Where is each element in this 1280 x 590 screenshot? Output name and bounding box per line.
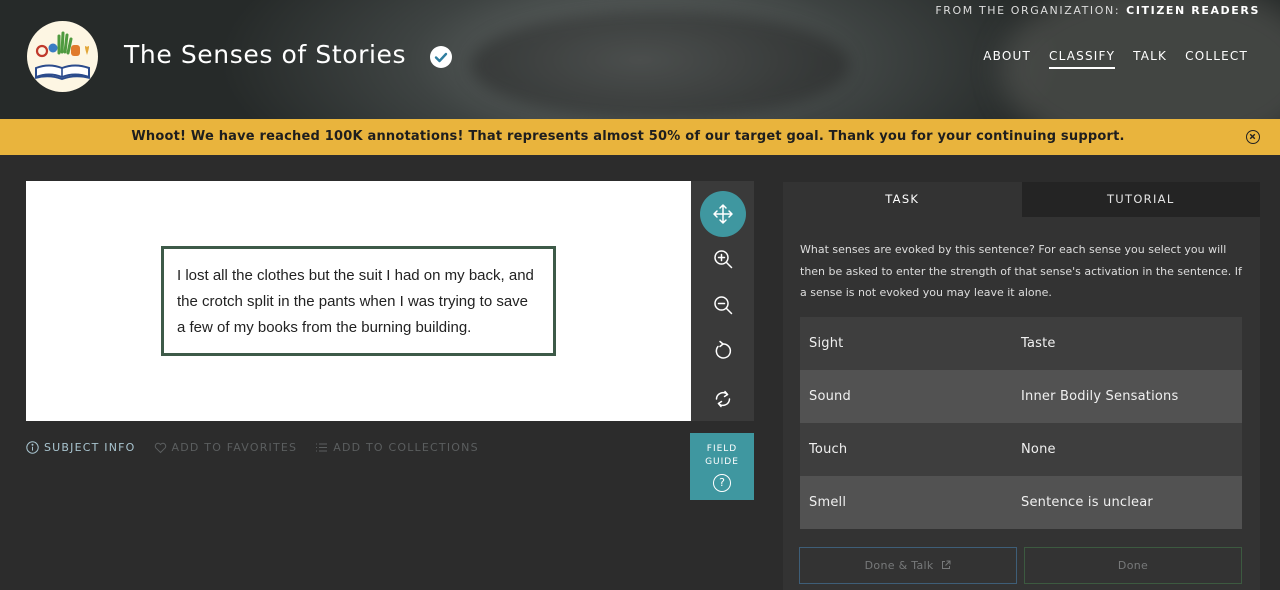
- add-to-favorites-button[interactable]: ADD TO FAVORITES: [154, 441, 298, 454]
- add-to-collections-button[interactable]: ADD TO COLLECTIONS: [315, 441, 479, 454]
- zoom-out-icon[interactable]: [700, 282, 746, 328]
- choice-taste[interactable]: Taste: [1021, 336, 1056, 351]
- choice-sentence-unclear[interactable]: Sentence is unclear: [1021, 495, 1153, 510]
- add-to-favorites-label: ADD TO FAVORITES: [171, 441, 298, 454]
- task-panel: What senses are evoked by this sentence?…: [783, 217, 1260, 590]
- choice-touch[interactable]: Touch: [800, 442, 1021, 457]
- project-logo[interactable]: [27, 21, 98, 92]
- reset-icon[interactable]: [700, 376, 746, 422]
- heart-icon: [154, 442, 166, 453]
- choice-smell[interactable]: Smell: [800, 495, 1021, 510]
- subject-text-box: I lost all the clothes but the suit I ha…: [161, 246, 556, 356]
- subject-viewer[interactable]: I lost all the clothes but the suit I ha…: [26, 181, 691, 421]
- announcement-text: Whoot! We have reached 100K annotations!…: [131, 129, 1125, 144]
- organization-prefix: FROM THE ORGANIZATION:: [935, 4, 1121, 17]
- nav-talk[interactable]: TALK: [1133, 49, 1167, 69]
- info-icon: [26, 441, 39, 454]
- done-and-talk-label: Done & Talk: [864, 559, 934, 572]
- choice-row: Smell Sentence is unclear: [800, 476, 1242, 529]
- zoom-in-icon[interactable]: [700, 236, 746, 282]
- close-icon[interactable]: [1246, 130, 1260, 144]
- done-button[interactable]: Done: [1024, 547, 1242, 584]
- nav-collect[interactable]: COLLECT: [1185, 49, 1248, 69]
- choice-sight[interactable]: Sight: [800, 336, 1021, 351]
- external-link-icon: [942, 560, 951, 569]
- nav-about[interactable]: ABOUT: [983, 49, 1031, 69]
- sense-choices: Sight Taste Sound Inner Bodily Sensation…: [800, 317, 1242, 529]
- add-to-collections-label: ADD TO COLLECTIONS: [333, 441, 479, 454]
- nav-classify[interactable]: CLASSIFY: [1048, 49, 1116, 69]
- tab-tutorial[interactable]: TUTORIAL: [1021, 182, 1260, 217]
- done-and-talk-button[interactable]: Done & Talk: [799, 547, 1017, 584]
- project-nav: ABOUT CLASSIFY TALK COLLECT: [983, 49, 1248, 69]
- subject-info-label: SUBJECT INFO: [44, 441, 136, 454]
- organization-line: FROM THE ORGANIZATION: CITIZEN READERS: [935, 4, 1260, 17]
- verified-badge-icon: [430, 46, 452, 68]
- choice-none[interactable]: None: [1021, 442, 1056, 457]
- field-guide-button[interactable]: FIELD GUIDE ?: [690, 433, 754, 500]
- task-tabs: TASK TUTORIAL: [783, 182, 1260, 217]
- subject-text: I lost all the clothes but the suit I ha…: [177, 267, 534, 336]
- choice-row: Sight Taste: [800, 317, 1242, 370]
- image-toolbar: [691, 181, 754, 421]
- choice-row: Touch None: [800, 423, 1242, 476]
- rotate-icon[interactable]: [700, 328, 746, 374]
- choice-row: Sound Inner Bodily Sensations: [800, 370, 1242, 423]
- announcement-banner: Whoot! We have reached 100K annotations!…: [0, 119, 1280, 155]
- subject-info-button[interactable]: SUBJECT INFO: [26, 441, 136, 454]
- tab-task[interactable]: TASK: [783, 182, 1022, 217]
- field-guide-label: FIELD GUIDE: [705, 444, 739, 467]
- subject-meta-bar: SUBJECT INFO ADD TO FAVORITES ADD TO COL…: [26, 441, 497, 454]
- task-question: What senses are evoked by this sentence?…: [800, 243, 1242, 299]
- organization-link[interactable]: CITIZEN READERS: [1126, 4, 1260, 17]
- choice-inner-bodily-sensations[interactable]: Inner Bodily Sensations: [1021, 389, 1178, 404]
- move-icon[interactable]: [700, 191, 746, 237]
- list-icon: [316, 443, 328, 452]
- choice-sound[interactable]: Sound: [800, 389, 1021, 404]
- project-title[interactable]: The Senses of Stories: [124, 40, 406, 69]
- project-header: FROM THE ORGANIZATION: CITIZEN READERS Th…: [0, 0, 1280, 119]
- help-icon: ?: [713, 474, 731, 492]
